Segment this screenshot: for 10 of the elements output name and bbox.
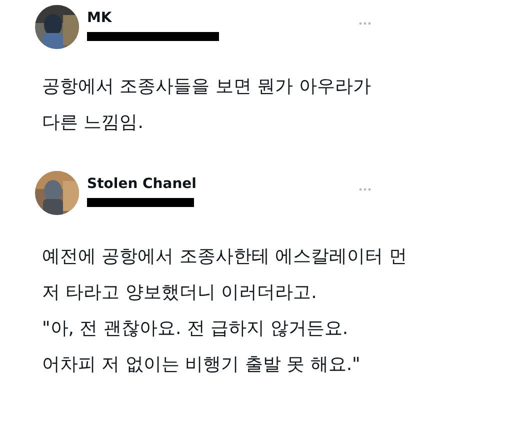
tweet-text: "아, 전 괜찮아요. 전 급하지 않거든요.	[42, 317, 350, 341]
author-name: Stolen Chanel	[87, 175, 198, 193]
tweet-text: 저 타라고 양보했더니 이러더라고.	[42, 281, 318, 305]
more-options-icon[interactable]	[359, 188, 371, 191]
author-name: MK	[87, 9, 113, 27]
tweet-text: 어차피 저 없이는 비행기 출발 못 해요."	[42, 353, 362, 377]
tweet-text: 예전에 공항에서 조종사한테 에스칼레이터 먼	[42, 245, 408, 269]
tweet-text: 다른 느낌임.	[42, 111, 144, 135]
tweet-text: 공항에서 조종사들을 보면 뭔가 아우라가	[42, 75, 372, 99]
more-options-icon[interactable]	[359, 22, 371, 25]
